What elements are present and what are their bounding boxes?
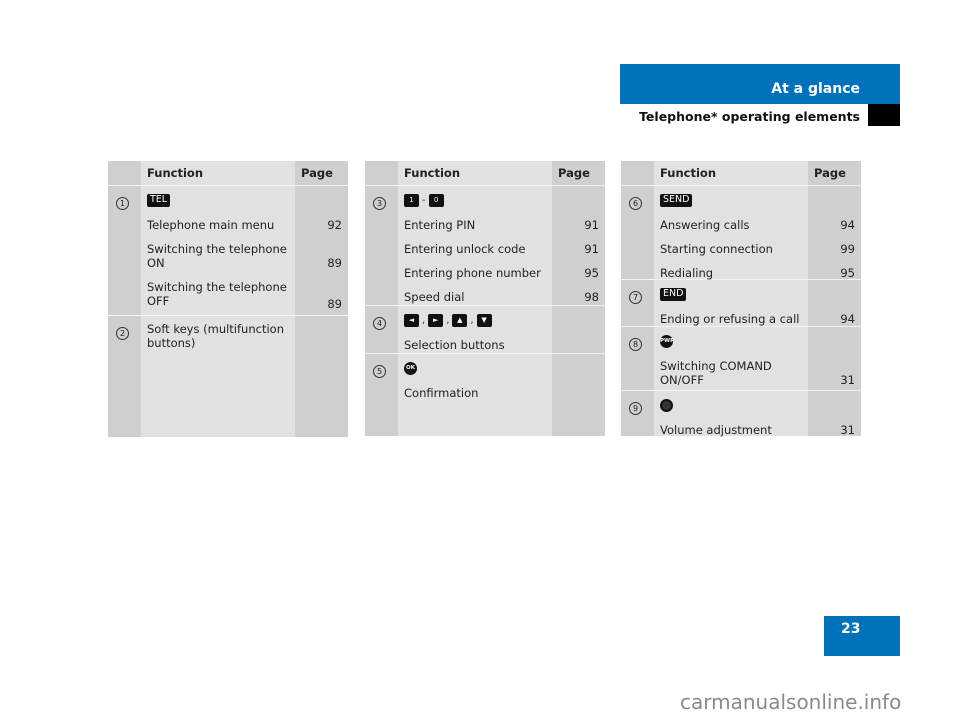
page-subtitle: Telephone* operating elements bbox=[639, 109, 860, 124]
function-text: Confirmation bbox=[404, 386, 479, 400]
function-text: Switching COMAND ON/OFF bbox=[660, 359, 772, 387]
function-text: Entering unlock code bbox=[404, 242, 526, 256]
table-row: 5 OK Confirmation bbox=[365, 353, 605, 436]
section-header: At a glance bbox=[620, 64, 900, 104]
subtitle-marker bbox=[868, 104, 900, 126]
column-header-page: Page bbox=[295, 161, 348, 185]
function-text: Telephone main menu bbox=[147, 218, 275, 232]
item-number-badge: 7 bbox=[629, 291, 642, 304]
column-header-function: Function bbox=[398, 161, 552, 185]
page-ref[interactable]: 91 bbox=[552, 218, 599, 232]
page-ref[interactable]: 95 bbox=[808, 266, 855, 280]
page-ref[interactable]: 94 bbox=[808, 312, 855, 326]
page-ref[interactable]: 94 bbox=[808, 218, 855, 232]
function-text: Speed dial bbox=[404, 290, 465, 304]
arrow-up-key-icon: ▲ bbox=[452, 314, 468, 327]
table-row: 1 TEL Telephone main menu Switching the … bbox=[108, 185, 348, 315]
column-header-page: Page bbox=[808, 161, 861, 185]
page-ref[interactable]: 31 bbox=[808, 423, 855, 437]
page-ref[interactable]: 89 bbox=[295, 297, 342, 311]
power-button-icon: PWR bbox=[660, 335, 674, 348]
function-text: Entering phone number bbox=[404, 266, 541, 280]
item-number-badge: 6 bbox=[629, 197, 642, 210]
page-ref[interactable]: 99 bbox=[808, 242, 855, 256]
operating-elements-table-3: Function Page 6 SEND Answering calls Sta… bbox=[621, 161, 861, 437]
table-row: 4 ◄, ►, ▲, ▼ Selection buttons bbox=[365, 305, 605, 353]
key-range-separator: - bbox=[422, 195, 426, 206]
arrow-down-key-icon: ▼ bbox=[476, 314, 492, 327]
send-key-icon: SEND bbox=[660, 194, 693, 207]
table-row: 3 1 - 0 Entering PIN Entering unlock cod… bbox=[365, 185, 605, 305]
function-text: Redialing bbox=[660, 266, 714, 280]
page-ref[interactable]: 92 bbox=[295, 218, 342, 232]
function-text: Switching the telephone ON bbox=[147, 242, 287, 270]
function-text: Entering PIN bbox=[404, 218, 476, 232]
item-number-badge: 3 bbox=[373, 197, 386, 210]
table-header-row: Function Page bbox=[621, 161, 861, 185]
function-text: Ending or refusing a call bbox=[660, 312, 800, 326]
ok-button-icon: OK bbox=[404, 362, 417, 375]
volume-knob-icon: VOL bbox=[660, 399, 673, 412]
table-header-row: Function Page bbox=[365, 161, 605, 185]
item-number-badge: 1 bbox=[116, 197, 129, 210]
column-header-page: Page bbox=[552, 161, 605, 185]
item-number-badge: 5 bbox=[373, 365, 386, 378]
page-number: 23 bbox=[824, 616, 900, 656]
item-number-badge: 2 bbox=[116, 327, 129, 340]
end-key-icon: END bbox=[660, 288, 687, 301]
function-text: Volume adjustment bbox=[660, 423, 772, 437]
watermark: carmanualsonline.info bbox=[680, 690, 902, 714]
function-text: Selection buttons bbox=[404, 338, 505, 352]
column-header-function: Function bbox=[141, 161, 295, 185]
function-text: Soft keys (multifunction buttons) bbox=[147, 322, 284, 350]
column-header-function: Function bbox=[654, 161, 808, 185]
item-number-badge: 4 bbox=[373, 317, 386, 330]
page-ref[interactable]: 98 bbox=[552, 290, 599, 304]
table-row: 7 END Ending or refusing a call 94 bbox=[621, 279, 861, 326]
arrow-left-key-icon: ◄ bbox=[404, 314, 419, 327]
page-ref[interactable]: 95 bbox=[552, 266, 599, 280]
function-text: Answering calls bbox=[660, 218, 750, 232]
operating-elements-table-2: Function Page 3 1 - 0 Entering PIN Enter… bbox=[365, 161, 605, 436]
table-row: 6 SEND Answering calls Starting connecti… bbox=[621, 185, 861, 280]
page-ref[interactable]: 89 bbox=[295, 256, 342, 270]
function-text: Switching the telephone OFF bbox=[147, 280, 287, 308]
page-ref[interactable]: 31 bbox=[808, 373, 855, 387]
table-header-row: Function Page bbox=[108, 161, 348, 185]
table-row: 8 PWR Switching COMAND ON/OFF 31 bbox=[621, 326, 861, 390]
table-row: 9 VOL Volume adjustment 31 bbox=[621, 390, 861, 437]
function-text: Starting connection bbox=[660, 242, 773, 256]
table-row: 2 Soft keys (multifunction buttons) bbox=[108, 315, 348, 437]
key-0-icon: 0 bbox=[428, 194, 444, 207]
tel-key-icon: TEL bbox=[147, 194, 171, 207]
page-ref[interactable]: 91 bbox=[552, 242, 599, 256]
item-number-badge: 9 bbox=[629, 402, 642, 415]
arrow-right-key-icon: ► bbox=[428, 314, 444, 327]
item-number-badge: 8 bbox=[629, 338, 642, 351]
section-title: At a glance bbox=[771, 81, 860, 97]
operating-elements-table-1: Function Page 1 TEL Telephone main menu … bbox=[108, 161, 348, 437]
key-1-icon: 1 bbox=[404, 194, 419, 207]
